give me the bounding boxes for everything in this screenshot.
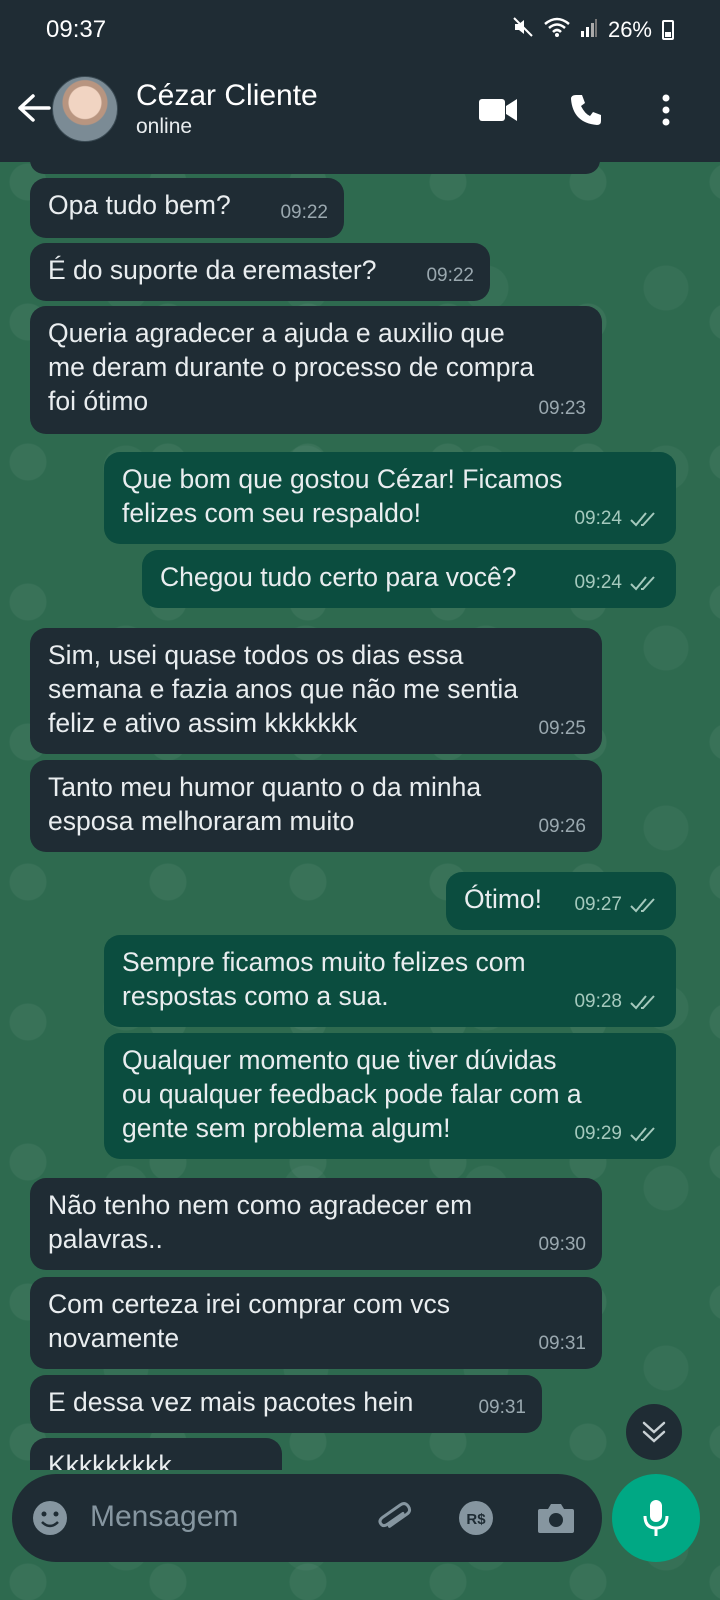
scroll-down-button[interactable] bbox=[626, 1404, 682, 1460]
message-meta: 09:24 bbox=[574, 566, 660, 600]
message-incoming[interactable]: Sim, usei quase todos os dias essa seman… bbox=[30, 628, 602, 754]
message-meta: 09:29 bbox=[574, 1117, 660, 1151]
attach-icon bbox=[378, 1502, 412, 1528]
message-time: 09:22 bbox=[280, 202, 328, 223]
message-time: 09:27 bbox=[574, 894, 622, 915]
message-time: 09:29 bbox=[574, 1123, 622, 1144]
message-time: 09:25 bbox=[538, 718, 586, 739]
avatar[interactable] bbox=[52, 76, 118, 142]
double-check-icon bbox=[630, 512, 655, 527]
emoji-icon bbox=[33, 1501, 67, 1535]
video-call-button[interactable] bbox=[478, 90, 518, 130]
mic-icon bbox=[643, 1500, 669, 1536]
message-outgoing[interactable]: Chegou tudo certo para você? 09:24 bbox=[142, 550, 676, 608]
message-incoming[interactable]: É do suporte da eremaster? 09:22 bbox=[30, 243, 490, 301]
message-time: 09:30 bbox=[538, 1234, 586, 1255]
contact-status: online bbox=[136, 115, 193, 138]
message-text: Tanto meu humor quanto o da minha esposa… bbox=[48, 772, 482, 836]
message-meta: 09:22 bbox=[280, 196, 328, 230]
chat-header: Cézar Cliente online bbox=[0, 60, 720, 160]
message-text: Queria agradecer a ajuda e auxilio que m… bbox=[48, 318, 535, 416]
battery-icon bbox=[662, 20, 674, 40]
status-time: 09:37 bbox=[46, 16, 107, 43]
double-check-icon bbox=[630, 576, 655, 591]
phone-icon bbox=[571, 95, 601, 125]
signal-icon bbox=[580, 17, 598, 43]
message-outgoing[interactable]: Que bom que gostou Cézar! Ficamos felize… bbox=[104, 452, 676, 544]
message-outgoing[interactable]: Sempre ficamos muito felizes com respost… bbox=[104, 935, 676, 1027]
message-time: 09:26 bbox=[538, 816, 586, 837]
partial-message-top bbox=[30, 160, 600, 174]
attach-button[interactable] bbox=[374, 1498, 414, 1538]
double-check-icon bbox=[630, 995, 655, 1010]
scroll-down-icon bbox=[642, 1421, 666, 1443]
emoji-button[interactable] bbox=[30, 1498, 70, 1538]
back-button[interactable] bbox=[14, 88, 54, 128]
voice-call-button[interactable] bbox=[566, 90, 606, 130]
double-check-icon bbox=[630, 898, 655, 913]
message-meta: 09:31 bbox=[478, 1391, 526, 1425]
payment-icon: R$ bbox=[459, 1501, 493, 1535]
message-incoming[interactable]: Com certeza irei comprar com vcs novamen… bbox=[30, 1277, 602, 1369]
battery-percent: 26% bbox=[607, 17, 652, 42]
status-bar: 09:37 26% bbox=[0, 0, 720, 60]
payment-button[interactable]: R$ bbox=[456, 1498, 496, 1538]
back-arrow-icon bbox=[18, 94, 51, 122]
message-time: 09:24 bbox=[574, 572, 622, 593]
message-meta: 09:27 bbox=[574, 888, 660, 922]
message-meta: 09:30 bbox=[538, 1228, 586, 1262]
message-meta: 09:28 bbox=[574, 985, 660, 1019]
message-time: 09:28 bbox=[574, 991, 622, 1012]
message-meta: 09:26 bbox=[538, 810, 586, 844]
message-time: 09:31 bbox=[478, 1397, 526, 1418]
more-options-button[interactable] bbox=[646, 90, 686, 130]
contact-name: Cézar Cliente bbox=[136, 79, 318, 112]
message-outgoing[interactable]: Ótimo! 09:27 bbox=[446, 872, 676, 930]
wifi-icon bbox=[544, 16, 570, 44]
message-text: Com certeza irei comprar com vcs novamen… bbox=[48, 1289, 451, 1353]
svg-text:R$: R$ bbox=[466, 1511, 486, 1528]
message-incoming[interactable]: E dessa vez mais pacotes hein 09:31 bbox=[30, 1375, 542, 1433]
message-text: E dessa vez mais pacotes hein bbox=[48, 1387, 414, 1417]
message-meta: 09:25 bbox=[538, 712, 586, 746]
message-time: 09:23 bbox=[538, 398, 586, 419]
message-meta: 09:31 bbox=[538, 1327, 586, 1361]
message-time: 09:24 bbox=[574, 508, 622, 529]
camera-icon bbox=[538, 1504, 574, 1533]
video-call-icon bbox=[479, 99, 517, 121]
message-text: Kkkkkkkkk bbox=[48, 1450, 172, 1470]
message-incoming[interactable]: Opa tudo bem? 09:22 bbox=[30, 178, 344, 238]
message-meta: 09:22 bbox=[426, 259, 474, 293]
camera-button[interactable] bbox=[536, 1498, 576, 1538]
message-text: É do suporte da eremaster? bbox=[48, 255, 377, 285]
message-incoming[interactable]: Queria agradecer a ajuda e auxilio que m… bbox=[30, 306, 602, 434]
mute-icon bbox=[512, 16, 534, 44]
message-text: Sim, usei quase todos os dias essa seman… bbox=[48, 640, 518, 738]
message-composer: Mensagem R$ bbox=[12, 1474, 602, 1562]
message-incoming-partial[interactable]: Kkkkkkkkk bbox=[30, 1438, 282, 1470]
message-incoming[interactable]: Não tenho nem como agradecer em palavras… bbox=[30, 1178, 602, 1270]
contact-info[interactable]: Cézar Cliente online bbox=[136, 78, 318, 140]
message-time: 09:22 bbox=[426, 265, 474, 286]
message-incoming[interactable]: Tanto meu humor quanto o da minha esposa… bbox=[30, 760, 602, 852]
message-meta: 09:23 bbox=[538, 392, 586, 426]
message-text: Não tenho nem como agradecer em palavras… bbox=[48, 1190, 473, 1254]
more-options-icon bbox=[662, 94, 670, 126]
message-meta: 09:24 bbox=[574, 502, 660, 536]
status-icons: 26% bbox=[512, 16, 674, 44]
message-outgoing[interactable]: Qualquer momento que tiver dúvidas ou qu… bbox=[104, 1033, 676, 1159]
message-input[interactable]: Mensagem bbox=[90, 1500, 238, 1534]
top-bar: 09:37 26% Cézar Cliente online bbox=[0, 0, 720, 162]
message-time: 09:31 bbox=[538, 1333, 586, 1354]
double-check-icon bbox=[630, 1127, 655, 1142]
mic-button[interactable] bbox=[612, 1474, 700, 1562]
